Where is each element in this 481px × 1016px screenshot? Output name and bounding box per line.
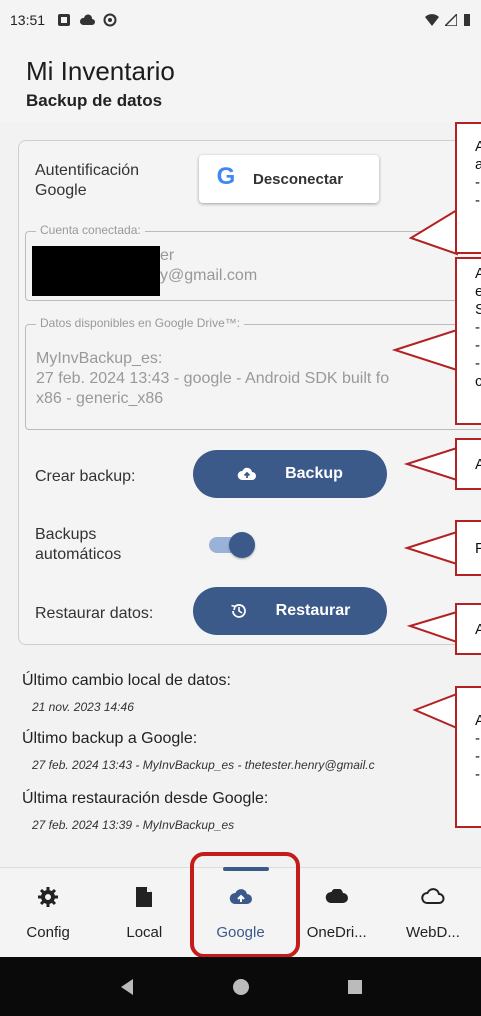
nav-label-local: Local [126,924,163,941]
file-icon [131,884,157,910]
home-icon[interactable] [232,978,250,996]
system-navigation-bar [0,957,481,1016]
callout-box-1: A a - - [455,122,481,254]
nav-label-webdav: WebD... [405,924,460,941]
nav-item-local[interactable]: Local [96,868,192,957]
nav-label-config: Config [26,924,70,941]
nav-item-config[interactable]: Config [0,868,96,957]
gear-icon [35,884,61,910]
recents-icon[interactable] [347,979,363,995]
callout-pointer-6 [412,692,458,730]
nav-label-onedrive: OneDri... [306,924,367,941]
callout-pointer-1 [408,208,458,256]
callout-box-5: A [455,603,481,655]
callout-box-3: A [455,438,481,490]
highlight-frame [190,852,300,958]
callout-pointer-2 [391,328,458,372]
back-icon[interactable] [119,978,135,996]
callout-pointer-5 [406,610,458,644]
callout-pointer-3 [403,446,458,482]
callout-box-4: F [455,520,481,576]
cloud-outline-icon [420,884,446,910]
cloud-icon [324,884,350,910]
callout-box-2: A e S - - - c [455,257,481,425]
callout-box-6: A - - - [455,686,481,828]
nav-item-webdav[interactable]: WebD... [385,868,481,957]
callout-pointer-4 [403,530,458,566]
nav-item-onedrive[interactable]: OneDri... [289,868,385,957]
